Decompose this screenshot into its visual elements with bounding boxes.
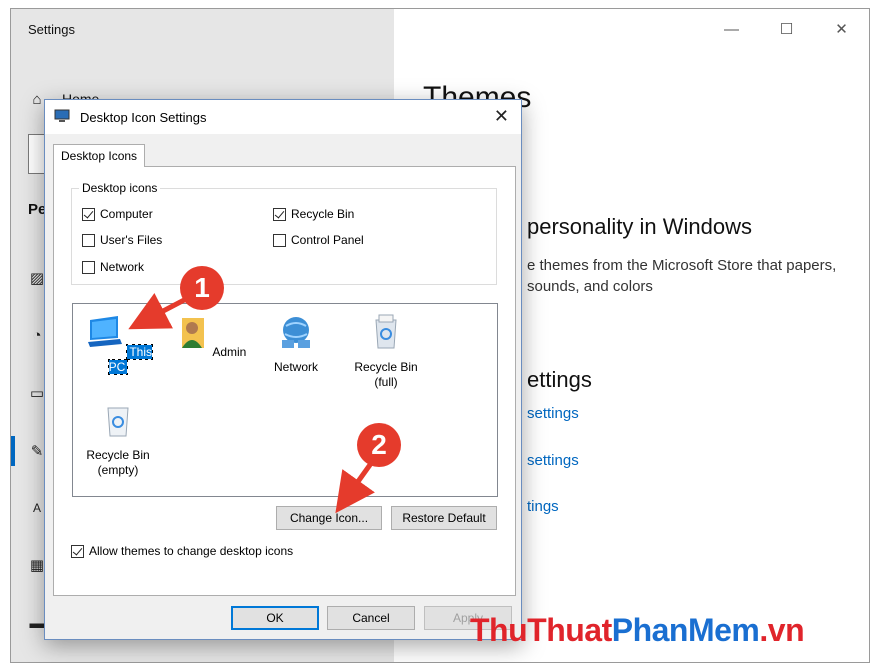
arrow-2 — [335, 460, 375, 514]
tab-desktop-icons[interactable]: Desktop Icons — [53, 144, 146, 167]
watermark: ThuThuatPhanMem.vn — [470, 612, 805, 649]
annotation-arrows — [128, 293, 375, 514]
watermark-part-2: PhanMem — [611, 612, 760, 648]
watermark-part-3: .vn — [759, 612, 805, 648]
arrow-1 — [128, 293, 190, 330]
annotation-badge-2: 2 — [357, 423, 401, 467]
watermark-part-1: ThuThuat — [470, 612, 612, 648]
annotation-badge-1: 1 — [180, 266, 224, 310]
